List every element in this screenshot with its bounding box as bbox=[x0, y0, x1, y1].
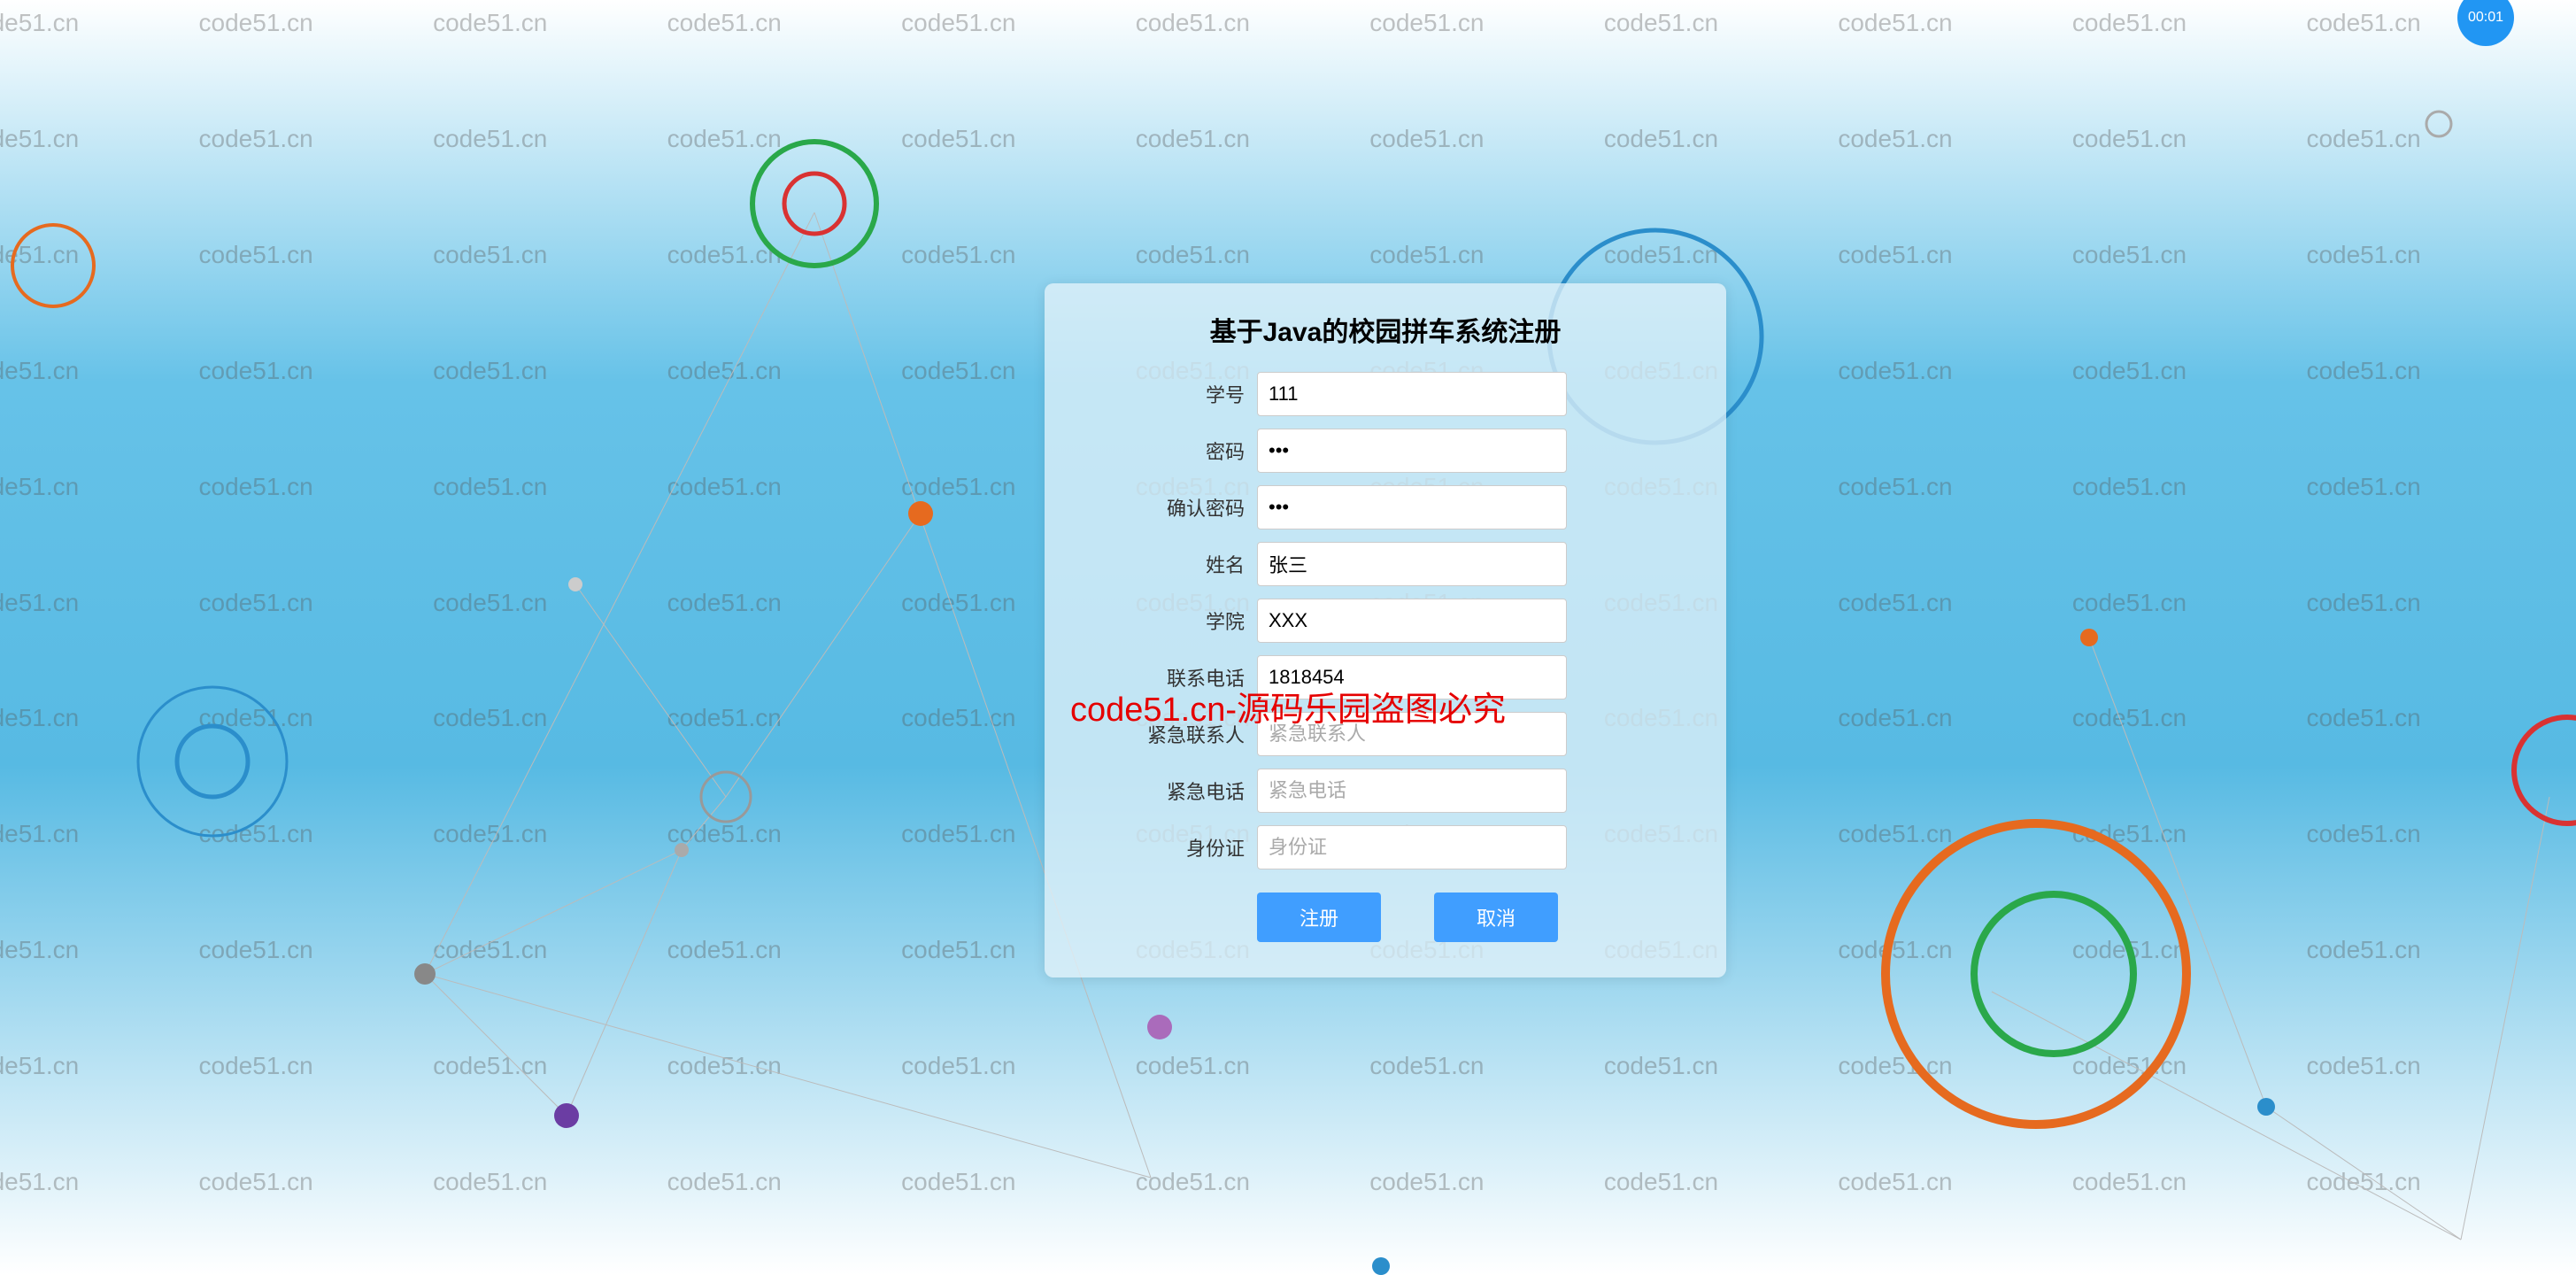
label-name: 姓名 bbox=[1080, 550, 1257, 578]
input-confirm-password[interactable] bbox=[1257, 485, 1567, 529]
input-student-id[interactable] bbox=[1257, 372, 1567, 416]
input-name[interactable] bbox=[1257, 542, 1567, 586]
label-password: 密码 bbox=[1080, 437, 1257, 465]
input-password[interactable] bbox=[1257, 429, 1567, 473]
row-college: 学院 bbox=[1080, 599, 1691, 643]
label-student-id: 学号 bbox=[1080, 380, 1257, 408]
label-confirm-password: 确认密码 bbox=[1080, 493, 1257, 522]
label-emergency-phone: 紧急电话 bbox=[1080, 777, 1257, 805]
input-phone[interactable] bbox=[1257, 655, 1567, 699]
form-title: 基于Java的校园拼车系统注册 bbox=[1080, 310, 1691, 349]
label-id-card: 身份证 bbox=[1080, 833, 1257, 862]
row-student-id: 学号 bbox=[1080, 372, 1691, 416]
row-password: 密码 bbox=[1080, 429, 1691, 473]
input-id-card[interactable] bbox=[1257, 825, 1567, 869]
submit-button[interactable]: 注册 bbox=[1257, 892, 1381, 942]
input-emergency-contact[interactable] bbox=[1257, 712, 1567, 756]
row-name: 姓名 bbox=[1080, 542, 1691, 586]
label-college: 学院 bbox=[1080, 607, 1257, 635]
label-phone: 联系电话 bbox=[1080, 663, 1257, 692]
registration-form: 基于Java的校园拼车系统注册 学号 密码 确认密码 姓名 学院 联系电话 紧急… bbox=[1045, 283, 1726, 978]
row-emergency-phone: 紧急电话 bbox=[1080, 769, 1691, 813]
row-id-card: 身份证 bbox=[1080, 825, 1691, 869]
input-college[interactable] bbox=[1257, 599, 1567, 643]
row-phone: 联系电话 bbox=[1080, 655, 1691, 699]
button-row: 注册 取消 bbox=[1080, 892, 1691, 942]
label-emergency-contact: 紧急联系人 bbox=[1080, 720, 1257, 748]
input-emergency-phone[interactable] bbox=[1257, 769, 1567, 813]
cancel-button[interactable]: 取消 bbox=[1434, 892, 1558, 942]
timer-badge: 00:01 bbox=[2457, 0, 2514, 46]
row-emergency-contact: 紧急联系人 bbox=[1080, 712, 1691, 756]
row-confirm-password: 确认密码 bbox=[1080, 485, 1691, 529]
